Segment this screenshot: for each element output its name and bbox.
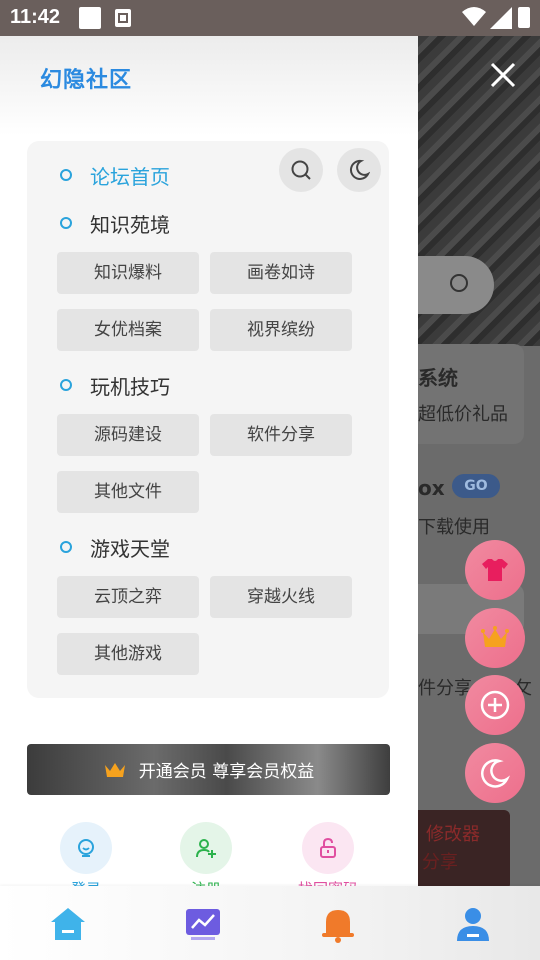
background-card-title-2: ox <box>418 476 445 500</box>
reset-password-label: 找回密码 <box>288 878 368 886</box>
menu-item-games[interactable]: 游戏天堂 <box>60 532 170 562</box>
menu-item-label: 知识苑境 <box>90 212 170 237</box>
bullet-icon <box>60 217 72 229</box>
crown-icon <box>481 626 509 647</box>
submenu-item[interactable]: 源码建设 <box>57 414 199 456</box>
bullet-icon <box>60 169 72 181</box>
menu-item-knowledge[interactable]: 知识苑境 <box>60 208 170 238</box>
submenu-item[interactable]: 云顶之弈 <box>57 576 199 618</box>
signal-icon <box>490 7 512 29</box>
add-user-icon <box>196 839 216 858</box>
fab-add-button[interactable] <box>465 675 525 735</box>
night-mode-button[interactable] <box>337 148 381 192</box>
search-button[interactable] <box>279 148 323 192</box>
background-game-thumbnail: 修改器 分享 <box>418 810 510 886</box>
shirt-icon <box>482 559 508 581</box>
register-label: 注册 <box>166 878 246 886</box>
background-card <box>418 344 524 444</box>
register-button[interactable] <box>180 822 232 874</box>
bullet-icon <box>60 379 72 391</box>
submenu-item[interactable]: 视界缤纷 <box>210 309 352 351</box>
submenu-item[interactable]: 穿越火线 <box>210 576 352 618</box>
search-icon <box>291 160 311 180</box>
logo-text: 幻隐社区 <box>40 68 133 93</box>
menu-item-label: 玩机技巧 <box>90 374 170 399</box>
background-game-text-2: 分享 <box>422 852 458 873</box>
home-icon[interactable] <box>48 904 88 944</box>
bottom-navigation <box>0 886 540 960</box>
menu-item-label: 游戏天堂 <box>90 536 170 561</box>
background-go-badge: GO <box>452 474 500 498</box>
submenu-item[interactable]: 女优档案 <box>57 309 199 351</box>
fab-night-mode-button[interactable] <box>465 743 525 803</box>
notification-icon <box>79 7 101 29</box>
menu-item-phone-tips[interactable]: 玩机技巧 <box>60 370 170 400</box>
crown-icon <box>104 762 125 777</box>
status-time: 11:42 <box>10 6 61 28</box>
keyboard-notification-icon <box>115 9 131 27</box>
background-card-subtitle-2: 下载使用 <box>418 517 490 538</box>
submenu-item[interactable]: 其他游戏 <box>57 633 199 675</box>
app-logo[interactable]: 幻隐社区 <box>40 62 132 94</box>
fab-vip-button[interactable] <box>465 608 525 668</box>
menu-item-forum-home[interactable]: 论坛首页 <box>60 160 170 190</box>
fab-shirt-button[interactable] <box>465 540 525 600</box>
submenu-item[interactable]: 画卷如诗 <box>210 252 352 294</box>
submenu-item[interactable]: 其他文件 <box>57 471 199 513</box>
status-bar: 11:42 <box>0 0 540 36</box>
plus-icon <box>480 690 510 720</box>
vip-banner[interactable]: 开通会员 尊享会员权益 <box>27 744 390 795</box>
close-icon[interactable] <box>488 60 518 90</box>
face-icon <box>78 839 94 857</box>
submenu-item[interactable]: 软件分享 <box>210 414 352 456</box>
login-label: 登录 <box>46 878 126 886</box>
login-button[interactable] <box>60 822 112 874</box>
moon-icon <box>481 759 511 788</box>
chart-icon[interactable] <box>183 904 223 944</box>
menu-item-label: 论坛首页 <box>90 164 170 189</box>
wifi-icon <box>462 7 486 26</box>
background-search-bar <box>418 256 494 314</box>
bell-icon[interactable] <box>318 904 358 944</box>
battery-icon <box>518 7 530 28</box>
user-icon[interactable] <box>453 904 493 944</box>
lock-icon <box>320 837 336 858</box>
submenu-item[interactable]: 知识爆料 <box>57 252 199 294</box>
background-game-text: 修改器 <box>426 824 480 845</box>
moon-icon <box>349 159 370 180</box>
background-card-subtitle: 超低价礼品 <box>418 404 508 425</box>
background-card-title: 系统 <box>418 366 458 390</box>
background-text: 件分享 <box>418 678 472 699</box>
search-icon <box>450 274 468 292</box>
bullet-icon <box>60 541 72 553</box>
vip-banner-text: 开通会员 尊享会员权益 <box>138 762 315 782</box>
reset-password-button[interactable] <box>302 822 354 874</box>
